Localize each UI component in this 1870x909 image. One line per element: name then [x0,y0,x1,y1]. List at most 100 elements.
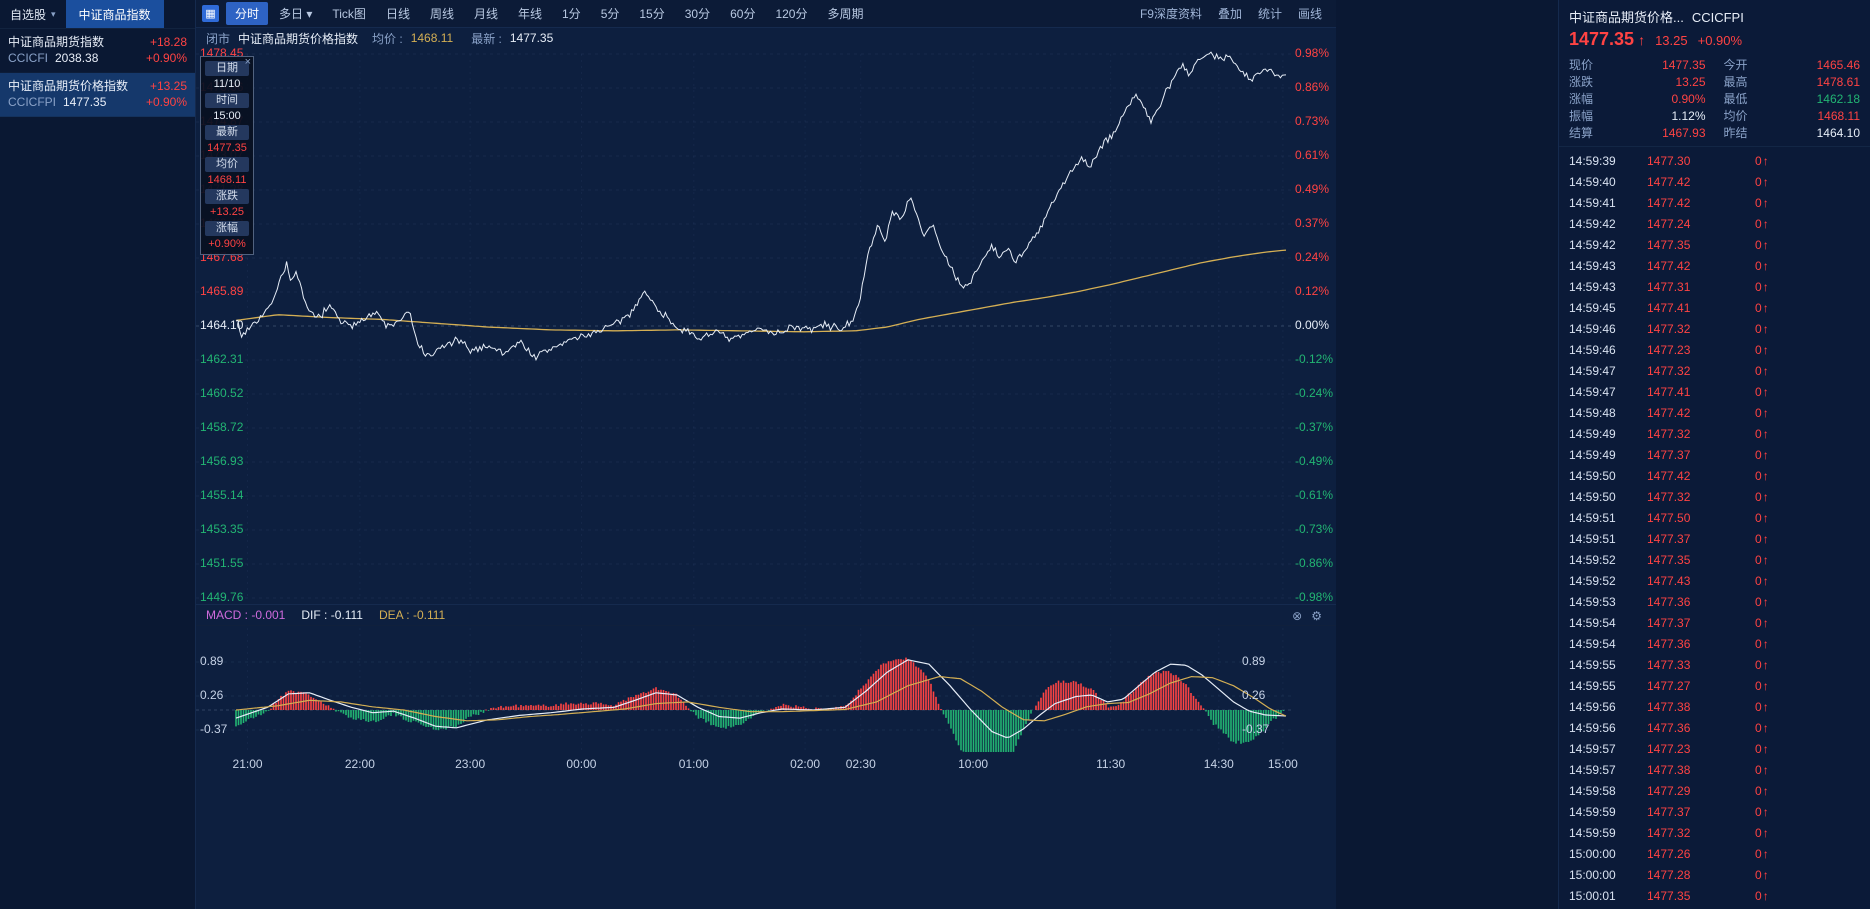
quote-title: 中证商品期货价格...CCICFPI [1559,0,1870,28]
tick-price: 1477.37 [1647,805,1739,819]
up-arrow-icon: ↑ [1763,889,1769,903]
period-tab-11[interactable]: 30分 [676,2,719,25]
period-tab-8[interactable]: 1分 [553,2,590,25]
tick-volume: 0↑ [1755,217,1769,231]
tick-price: 1477.38 [1647,700,1739,714]
tick-time: 14:59:49 [1569,427,1647,441]
price-tick-label: 1462.31 [200,352,243,366]
price-plot[interactable] [196,48,1291,604]
tick-volume: 0↑ [1755,805,1769,819]
period-tab-3[interactable]: Tick图 [323,2,375,25]
watchlist-item[interactable]: 中证商品期货价格指数+13.25CCICFPI1477.35+0.90% [0,73,195,117]
toolbar-action[interactable]: 画线 [1298,5,1322,22]
period-tabs: 分时多日 ▾Tick图日线周线月线年线1分5分15分30分60分120分多周期 [226,2,873,25]
tick-row: 14:59:421477.240↑ [1559,213,1870,234]
up-arrow-icon: ↑ [1763,679,1769,693]
tick-price: 1477.32 [1647,364,1739,378]
up-arrow-icon: ↑ [1763,826,1769,840]
tick-time: 14:59:56 [1569,700,1647,714]
quote-last-price: 1477.35 [1569,29,1634,50]
tick-row: 14:59:551477.270↑ [1559,675,1870,696]
macd-plot[interactable] [196,626,1291,754]
tick-volume: 0↑ [1755,511,1769,525]
chart-main: ▦ 分时多日 ▾Tick图日线周线月线年线1分5分15分30分60分120分多周… [196,0,1558,909]
tick-price: 1477.37 [1647,448,1739,462]
period-tab-10[interactable]: 15分 [630,2,673,25]
tick-row: 14:59:511477.370↑ [1559,528,1870,549]
tick-row: 14:59:501477.320↑ [1559,486,1870,507]
gear-icon[interactable]: ⚙ [1311,609,1322,623]
quote-stat-label: 最高 [1724,73,1748,90]
time-tick-label: 11:30 [1096,757,1125,771]
tooltip-value: 11/10 [203,76,251,92]
tick-volume: 0↑ [1755,574,1769,588]
time-tick-label: 00:00 [566,757,596,771]
period-tab-2[interactable]: 多日 ▾ [270,2,321,25]
watchlist-group-button[interactable]: 自选股 ▾ [0,0,66,28]
tick-time: 14:59:40 [1569,175,1647,189]
period-tab-5[interactable]: 周线 [421,2,463,25]
toolbar-action[interactable]: F9深度资料 [1140,5,1202,22]
price-tick-label: 1464.10 [200,318,243,332]
percent-tick-label: 0.00% [1295,318,1329,332]
toolbar-action[interactable]: 统计 [1258,5,1282,22]
percent-tick-label: -0.49% [1295,454,1333,468]
change-value: +13.25 [150,78,187,94]
tick-volume: 0↑ [1755,679,1769,693]
tick-time: 14:59:59 [1569,826,1647,840]
tick-volume: 0↑ [1755,364,1769,378]
tick-row: 14:59:571477.380↑ [1559,759,1870,780]
tick-volume: 0↑ [1755,343,1769,357]
watchlist-item[interactable]: 中证商品期货指数+18.28CCICFI2038.38+0.90% [0,29,195,73]
quote-stat-value: 1462.18 [1817,92,1860,106]
up-arrow-icon: ↑ [1763,427,1769,441]
up-arrow-icon: ↑ [1763,658,1769,672]
tick-price: 1477.37 [1647,616,1739,630]
chart-module: ▦ 分时多日 ▾Tick图日线周线月线年线1分5分15分30分60分120分多周… [196,0,1336,909]
up-arrow-icon: ↑ [1763,364,1769,378]
percent-tick-label: 0.37% [1295,216,1329,230]
tick-price: 1477.26 [1647,847,1739,861]
tooltip-rows: 日期11/10时间15:00最新1477.35均价1468.11涨跌+13.25… [203,61,251,252]
tick-volume: 0↑ [1755,196,1769,210]
tick-volume: 0↑ [1755,847,1769,861]
quote-instrument-code: CCICFPI [1692,10,1744,25]
period-tab-14[interactable]: 多周期 [818,2,872,25]
tick-row: 14:59:391477.300↑ [1559,150,1870,171]
tick-price: 1477.23 [1647,742,1739,756]
watchlist-header: 自选股 ▾ 中证商品指数 [0,0,195,29]
tick-row: 14:59:421477.350↑ [1559,234,1870,255]
toolbar-action[interactable]: 叠加 [1218,5,1242,22]
period-tab-12[interactable]: 60分 [721,2,764,25]
last-value: 1477.35 [510,31,553,45]
tick-row: 14:59:401477.420↑ [1559,171,1870,192]
tick-time: 14:59:49 [1569,448,1647,462]
time-tick-label: 02:30 [846,757,876,771]
period-tab-6[interactable]: 月线 [465,2,507,25]
up-arrow-icon: ↑ [1763,763,1769,777]
tick-price: 1477.35 [1647,553,1739,567]
period-tab-1[interactable]: 分时 [226,2,268,25]
tick-price: 1477.28 [1647,868,1739,882]
tick-price: 1477.37 [1647,532,1739,546]
tick-price: 1477.43 [1647,574,1739,588]
tick-price: 1477.35 [1647,238,1739,252]
period-tab-4[interactable]: 日线 [377,2,419,25]
tick-time: 14:59:54 [1569,616,1647,630]
close-icon[interactable]: × [245,57,251,68]
macd-tools: ⊗ ⚙ [1292,605,1322,627]
tick-time: 14:59:43 [1569,280,1647,294]
tick-price: 1477.32 [1647,826,1739,840]
remove-indicator-icon[interactable]: ⊗ [1292,609,1302,623]
tab-index-group[interactable]: 中证商品指数 [66,0,164,28]
tick-price: 1477.42 [1647,175,1739,189]
layout-grid-icon[interactable]: ▦ [202,5,219,22]
quote-panel: 中证商品期货价格...CCICFPI 1477.35 ↑ 13.25 +0.90… [1558,0,1870,909]
period-tab-7[interactable]: 年线 [509,2,551,25]
tick-price: 1477.30 [1647,154,1739,168]
up-arrow-icon: ↑ [1763,868,1769,882]
quote-stat-label: 昨结 [1724,124,1748,141]
period-tab-9[interactable]: 5分 [592,2,629,25]
tick-time: 14:59:51 [1569,511,1647,525]
period-tab-13[interactable]: 120分 [766,2,816,25]
